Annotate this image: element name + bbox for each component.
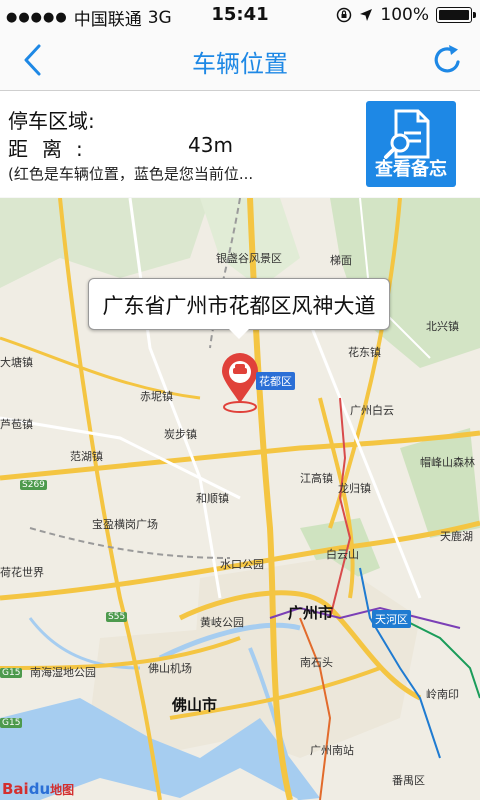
- map-label: 黄岐公园: [200, 616, 244, 629]
- info-panel: 停车区域: 距离: 43m (红色是车辆位置，蓝色是您当前位... 查看备忘: [0, 91, 480, 197]
- highway-shield: S55: [106, 612, 128, 622]
- map-label: 佛山机场: [148, 662, 192, 675]
- location-callout[interactable]: 广东省广州市花都区风神大道: [88, 278, 390, 339]
- map-label: 岭南印: [426, 688, 459, 701]
- map-label: 龙归镇: [338, 482, 371, 495]
- map-label: 广州南站: [310, 744, 354, 757]
- distance-row: 距离: 43m: [8, 133, 308, 162]
- location-arrow-icon: [360, 9, 373, 21]
- map-label: 广州白云: [350, 404, 394, 417]
- map-label: 银盏谷风景区: [216, 252, 282, 265]
- map-label: 南海湿地公园: [30, 666, 96, 679]
- map-label: 芦苞镇: [0, 418, 33, 431]
- map-label: 北兴镇: [426, 320, 459, 333]
- refresh-icon[interactable]: [430, 42, 466, 78]
- document-search-icon: [384, 109, 430, 159]
- view-memo-button[interactable]: 查看备忘: [366, 101, 456, 187]
- map-label: 大塘镇: [0, 356, 33, 369]
- status-right: 100%: [336, 5, 476, 25]
- logo-suffix: 地图: [50, 783, 75, 797]
- status-bar: ●●●●● 中国联通 3G 15:41 100%: [0, 0, 480, 30]
- map-label: 炭步镇: [164, 428, 197, 441]
- battery-icon: [436, 7, 476, 23]
- map-label: 花东镇: [348, 346, 381, 359]
- map-label: 天鹿湖: [440, 530, 473, 543]
- logo-text: Bai: [2, 780, 29, 798]
- distance-value: 43m: [188, 133, 233, 157]
- map-view[interactable]: 银盏谷风景区 梯面 北兴镇 大塘镇 花东镇 赤坭镇 广州白云 芦苞镇 炭步镇 范…: [0, 198, 480, 800]
- map-label: 荷花世界: [0, 566, 44, 579]
- baidu-map-logo: Baidu地图: [2, 780, 74, 798]
- hint-text: (红色是车辆位置，蓝色是您当前位...: [8, 165, 254, 183]
- district-badge: 天河区: [372, 610, 411, 628]
- map-label: 番禺区: [392, 774, 425, 787]
- map-label: 南石头: [300, 656, 333, 669]
- map-label: 梯面: [330, 254, 352, 267]
- map-label: 范湖镇: [70, 450, 103, 463]
- map-label: 江高镇: [300, 472, 333, 485]
- nav-bar: 车辆位置: [0, 30, 480, 91]
- page-title: 车辆位置: [192, 50, 288, 78]
- logo-du: du: [28, 780, 51, 798]
- callout-address: 广东省广州市花都区风神大道: [102, 294, 376, 318]
- map-label: 和顺镇: [196, 492, 229, 505]
- highway-shield: S269: [20, 480, 47, 490]
- distance-label: 距离:: [8, 137, 97, 161]
- view-memo-label: 查看备忘: [375, 159, 447, 180]
- city-label: 佛山市: [172, 696, 218, 714]
- highway-shield: G15: [0, 718, 23, 728]
- parking-area-label: 停车区域:: [8, 109, 95, 133]
- district-badge: 花都区: [256, 372, 295, 390]
- rotation-lock-icon: [337, 7, 352, 23]
- map-label: 帽峰山森林: [420, 456, 475, 469]
- battery-percent: 100%: [380, 5, 429, 25]
- map-label: 赤坭镇: [140, 390, 173, 403]
- map-label: 水口公园: [220, 558, 264, 571]
- highway-shield: G15: [0, 668, 23, 678]
- map-label: 宝盈横岗广场: [92, 518, 158, 531]
- map-label: 白云山: [326, 548, 359, 561]
- city-label: 广州市: [288, 604, 334, 622]
